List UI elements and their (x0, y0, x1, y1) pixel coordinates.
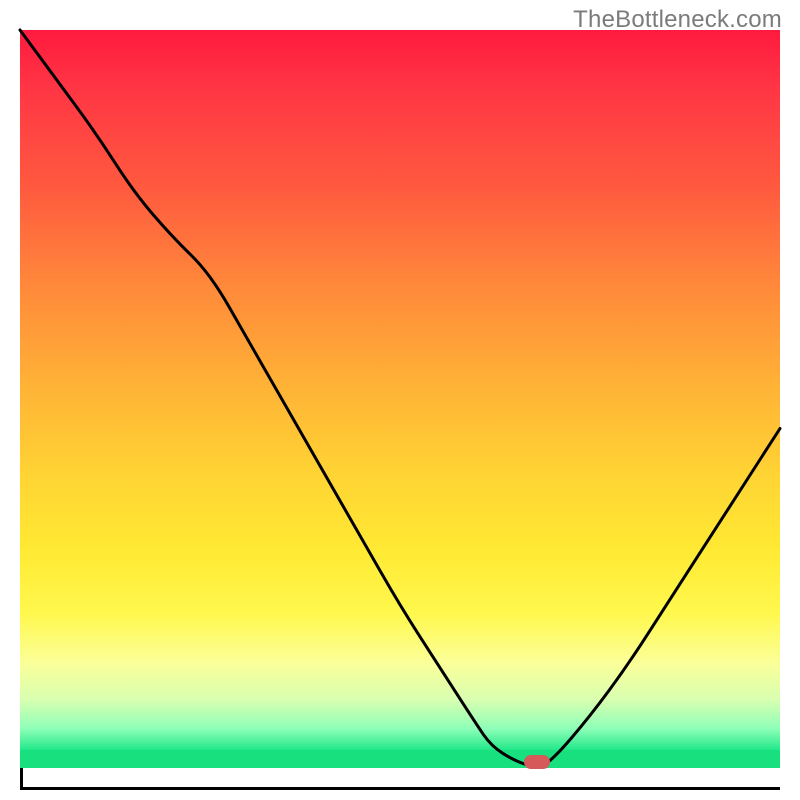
optimal-point-marker (524, 755, 550, 769)
plot-area (20, 30, 780, 790)
bottleneck-curve (20, 30, 780, 766)
curve-svg (20, 30, 780, 790)
chart-container: TheBottleneck.com (0, 0, 800, 800)
